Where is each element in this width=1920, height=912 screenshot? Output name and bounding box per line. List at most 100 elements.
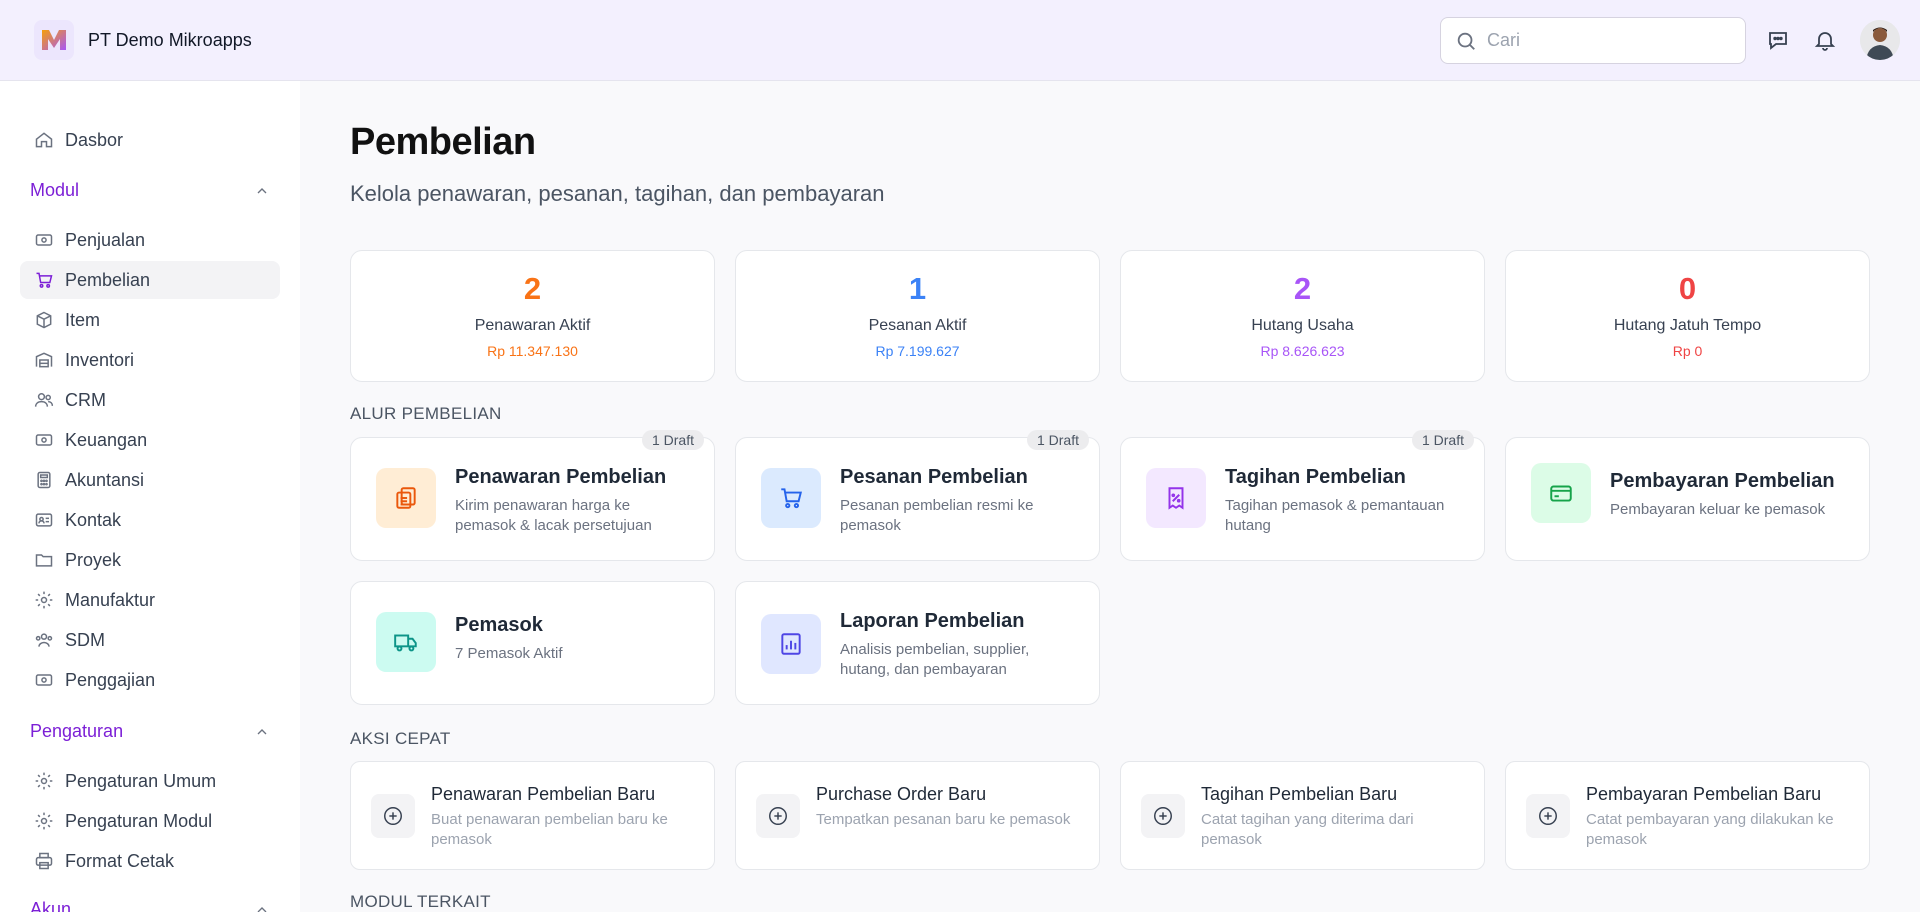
sidebar-item-label: Item <box>65 309 101 330</box>
gear-icon <box>34 771 54 791</box>
page-subtitle: Kelola penawaran, pesanan, tagihan, dan … <box>350 181 885 206</box>
app-logo <box>34 20 74 60</box>
page-title: Pembelian <box>350 121 536 163</box>
sidebar-item-penggajian[interactable]: Penggajian <box>20 661 280 699</box>
brand[interactable]: PT Demo Mikroapps <box>34 20 252 60</box>
card-pemasok[interactable]: Pemasok 7 Pemasok Aktif <box>350 581 715 705</box>
gear-icon <box>34 811 54 831</box>
quick-action-penawaran-baru[interactable]: Penawaran Pembelian Baru Buat penawaran … <box>350 761 715 870</box>
card-pembayaran-pembelian[interactable]: Pembayaran Pembelian Pembayaran keluar k… <box>1505 437 1870 561</box>
plus-circle-icon <box>371 794 415 838</box>
section-title-akun: Akun <box>30 899 72 912</box>
home-icon <box>34 130 54 150</box>
stat-amount: Rp 8.626.623 <box>1260 343 1345 359</box>
cash-icon <box>34 430 54 450</box>
search-icon <box>1457 32 1475 50</box>
bell-icon[interactable] <box>1811 26 1839 54</box>
card-title: Pemasok <box>455 614 543 636</box>
plus-circle-icon <box>756 794 800 838</box>
chat-icon[interactable] <box>1764 26 1792 54</box>
quick-action-title: Penawaran Pembelian Baru <box>431 784 656 804</box>
quick-action-purchase-order-baru[interactable]: Purchase Order Baru Tempatkan pesanan ba… <box>735 761 1100 870</box>
stat-card-hutang-usaha[interactable]: 2 Hutang Usaha Rp 8.626.623 <box>1120 250 1485 382</box>
sidebar-item-inventori[interactable]: Inventori <box>20 341 280 379</box>
quick-action-pembayaran-baru[interactable]: Pembayaran Pembelian Baru Catat pembayar… <box>1505 761 1870 870</box>
card-pesanan-pembelian[interactable]: 1 Draft Pesanan Pembelian Pesanan pembel… <box>735 430 1100 561</box>
sidebar-item-label: CRM <box>65 389 106 410</box>
quick-action-description: Catat pembayaran yang dilakukan ke pemas… <box>1586 811 1834 848</box>
quick-action-title: Pembayaran Pembelian Baru <box>1586 784 1822 804</box>
sidebar-item-label: Manufaktur <box>65 589 156 610</box>
card-description: Analisis pembelian, supplier, hutang, da… <box>840 641 1030 678</box>
stat-amount: Rp 11.347.130 <box>487 343 578 359</box>
team-icon <box>34 630 54 650</box>
card-title: Tagihan Pembelian <box>1225 466 1406 488</box>
card-description: Tagihan pemasok & pemantauan hutang <box>1225 497 1445 534</box>
sidebar-item-format-cetak[interactable]: Format Cetak <box>20 842 280 880</box>
sidebar-item-crm[interactable]: CRM <box>20 381 280 419</box>
stat-card-hutang-jatuh-tempo[interactable]: 0 Hutang Jatuh Tempo Rp 0 <box>1505 250 1870 382</box>
sidebar-item-label: Proyek <box>65 549 122 570</box>
main-content: Pembelian Kelola penawaran, pesanan, tag… <box>300 81 1920 912</box>
bar-chart-icon <box>761 614 821 674</box>
stat-card-pesanan-aktif[interactable]: 1 Pesanan Aktif Rp 7.199.627 <box>735 250 1100 382</box>
sidebar-item-manufaktur[interactable]: Manufaktur <box>20 581 280 619</box>
section-toggle-modul[interactable]: Modul <box>30 180 270 201</box>
sidebar-item-pengaturan-modul[interactable]: Pengaturan Modul <box>20 802 280 840</box>
sidebar-item-pengaturan-umum[interactable]: Pengaturan Umum <box>20 762 280 800</box>
users-icon <box>34 390 54 410</box>
sidebar-item-label: Pembelian <box>65 269 151 290</box>
clipboard-list-icon <box>376 468 436 528</box>
sidebar-item-label: Penjualan <box>65 229 146 250</box>
user-avatar[interactable] <box>1860 20 1900 60</box>
stat-card-penawaran-aktif[interactable]: 2 Penawaran Aktif Rp 11.347.130 <box>350 250 715 382</box>
quick-action-description: Tempatkan pesanan baru ke pemasok <box>816 811 1071 828</box>
plus-circle-icon <box>1526 794 1570 838</box>
sidebar-item-kontak[interactable]: Kontak <box>20 501 280 539</box>
quick-action-tagihan-baru[interactable]: Tagihan Pembelian Baru Catat tagihan yan… <box>1120 761 1485 870</box>
chevron-up-icon <box>257 906 267 912</box>
folder-icon <box>34 550 54 570</box>
card-description: 7 Pemasok Aktif <box>455 645 563 662</box>
stat-label: Hutang Jatuh Tempo <box>1613 317 1762 334</box>
sidebar-item-label: Pengaturan Modul <box>65 810 213 831</box>
card-description: Pembayaran keluar ke pemasok <box>1610 501 1826 518</box>
sidebar-item-sdm[interactable]: SDM <box>20 621 280 659</box>
sidebar-item-akuntansi[interactable]: Akuntansi <box>20 461 280 499</box>
sidebar-item-label: Akuntansi <box>65 469 145 490</box>
card-description: Pesanan pembelian resmi ke pemasok <box>840 497 1034 534</box>
sidebar-item-penjualan[interactable]: Penjualan <box>20 221 280 259</box>
card-penawaran-pembelian[interactable]: 1 Draft Penawaran Pembelian Kirim penawa… <box>350 430 715 561</box>
sidebar-item-proyek[interactable]: Proyek <box>20 541 280 579</box>
sidebar-item-keuangan[interactable]: Keuangan <box>20 421 280 459</box>
sidebar-item-label: Pengaturan Umum <box>65 770 217 791</box>
cart-icon <box>34 270 54 290</box>
section-toggle-akun[interactable]: Akun <box>30 899 270 912</box>
sidebar-item-dasbor[interactable]: Dasbor <box>20 121 280 159</box>
sidebar-item-pembelian[interactable]: Pembelian <box>20 261 280 299</box>
quick-action-description: Buat penawaran pembelian baru ke pemasok <box>431 811 668 848</box>
stat-value: 0 <box>1678 271 1697 306</box>
plus-circle-icon <box>1141 794 1185 838</box>
card-title: Pesanan Pembelian <box>840 466 1028 488</box>
sidebar-item-label: Kontak <box>65 509 122 530</box>
stat-value: 1 <box>908 271 927 306</box>
section-heading-aksi-cepat: AKSI CEPAT <box>350 729 451 748</box>
sidebar-item-item[interactable]: Item <box>20 301 280 339</box>
stat-label: Pesanan Aktif <box>868 317 967 334</box>
search-input[interactable] <box>1487 30 1727 51</box>
quick-action-title: Purchase Order Baru <box>816 784 987 804</box>
receipt-percent-icon <box>1146 468 1206 528</box>
section-toggle-pengaturan[interactable]: Pengaturan <box>30 721 270 742</box>
cart-icon <box>761 468 821 528</box>
search-box[interactable] <box>1440 17 1746 64</box>
company-name: PT Demo Mikroapps <box>88 29 252 50</box>
quick-action-description: Catat tagihan yang diterima dari pemasok <box>1201 811 1414 848</box>
sidebar-item-label: Inventori <box>65 349 135 370</box>
card-laporan-pembelian[interactable]: Laporan Pembelian Analisis pembelian, su… <box>735 581 1100 705</box>
section-title-pengaturan: Pengaturan <box>30 721 124 741</box>
sidebar-item-label: Dasbor <box>65 129 124 150</box>
sidebar-item-label: Format Cetak <box>65 850 175 871</box>
sidebar: Dasbor Modul Penjualan Pembelian Item In… <box>0 81 300 912</box>
card-tagihan-pembelian[interactable]: 1 Draft Tagihan Pembelian Tagihan pemaso… <box>1120 430 1485 561</box>
